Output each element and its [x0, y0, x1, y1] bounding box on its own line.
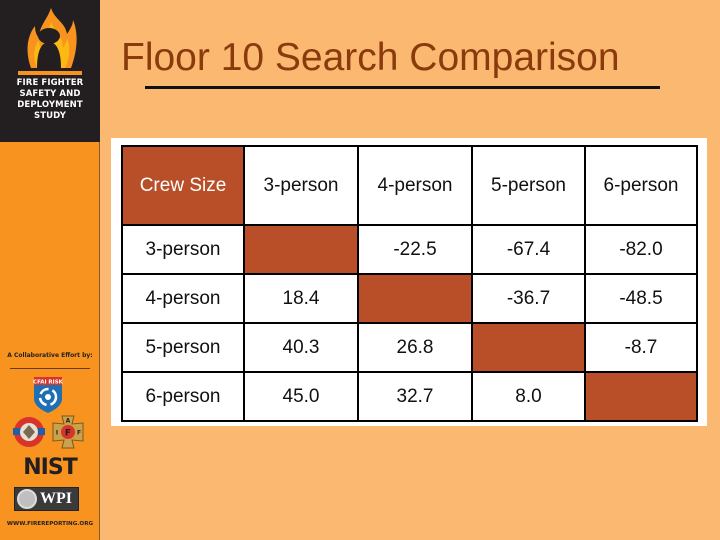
table-cell: -8.7 [584, 322, 698, 373]
table-cell: 32.7 [357, 371, 473, 422]
table-cell: -48.5 [584, 273, 698, 324]
iaff-letter-i: I [56, 430, 58, 437]
cfai-label: CFAI RISK [33, 380, 63, 386]
slide-title: Floor 10 Search Comparison [121, 36, 620, 79]
table-cell: 18.4 [243, 273, 359, 324]
table-cell: -36.7 [471, 273, 586, 324]
firefighter-flame-icon [27, 8, 77, 68]
diagonal-cell [357, 273, 473, 324]
logo-line: DEPLOYMENT [17, 100, 83, 110]
table-cell: -22.5 [357, 224, 473, 275]
title-underline [145, 86, 660, 89]
diagonal-cell [243, 224, 359, 275]
cfai-risk-shield-icon: CFAI RISK [33, 377, 63, 413]
table-cell: -67.4 [471, 224, 586, 275]
table-row: 5-person 40.3 26.8 -8.7 [121, 322, 698, 373]
crew-comparison-table: Crew Size 3-person 4-person 5-person 6-p… [121, 145, 698, 422]
diagonal-cell [584, 371, 698, 422]
row-header: 6-person [121, 371, 245, 422]
wpi-logo: WPI [14, 487, 79, 511]
table-cell: -82.0 [584, 224, 698, 275]
iafc-seal-icon [13, 417, 45, 447]
iaff-letter-f2: F [77, 430, 81, 437]
corner-header: Crew Size [121, 145, 245, 226]
row-header: 5-person [121, 322, 245, 373]
table-row: 3-person -22.5 -67.4 -82.0 [121, 224, 698, 275]
logo-line: STUDY [34, 111, 66, 121]
column-header: 6-person [584, 145, 698, 226]
column-header: 4-person [357, 145, 473, 226]
table-cell: 8.0 [471, 371, 586, 422]
logo-text: FIRE FIGHTER SAFETY AND DEPLOYMENT STUDY [0, 78, 100, 122]
diagonal-cell [471, 322, 586, 373]
collaborative-label: A Collaborative Effort by: [7, 352, 93, 359]
table-row: 6-person 45.0 32.7 8.0 [121, 371, 698, 422]
nist-logo: NIST [23, 455, 77, 480]
logo-divider [18, 71, 82, 75]
website-link[interactable]: WWW.FIREREPORTING.ORG [0, 521, 100, 527]
column-header: 5-person [471, 145, 586, 226]
column-header: 3-person [243, 145, 359, 226]
iaff-letter-f: F [65, 429, 71, 439]
sidebar: FIRE FIGHTER SAFETY AND DEPLOYMENT STUDY… [0, 0, 100, 540]
table-cell: 45.0 [243, 371, 359, 422]
logo-line: FIRE FIGHTER [16, 78, 84, 88]
iaff-letter-a: A [66, 418, 71, 425]
logo-line: SAFETY AND [19, 89, 81, 99]
iaff-maltese-cross-icon: F A I F [52, 415, 84, 449]
row-header: 4-person [121, 273, 245, 324]
collaborative-divider [10, 368, 90, 369]
wpi-seal-icon [17, 489, 37, 509]
table-row: 4-person 18.4 -36.7 -48.5 [121, 273, 698, 324]
table-cell: 26.8 [357, 322, 473, 373]
row-header: 3-person [121, 224, 245, 275]
wpi-label: WPI [40, 490, 72, 507]
table-header-row: Crew Size 3-person 4-person 5-person 6-p… [121, 145, 698, 226]
table-cell: 40.3 [243, 322, 359, 373]
fire-fighter-study-logo: FIRE FIGHTER SAFETY AND DEPLOYMENT STUDY [0, 0, 100, 142]
